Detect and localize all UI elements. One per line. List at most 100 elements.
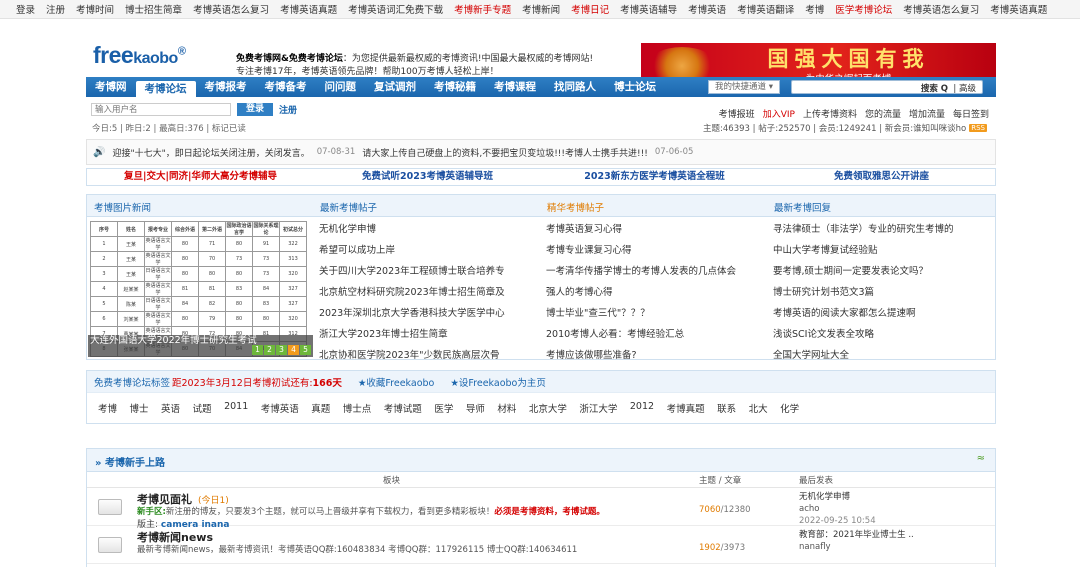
- post-link[interactable]: 北京航空材料研究院2023年博士招生简章及: [319, 284, 534, 305]
- new-posts-heading[interactable]: 最新考博帖子: [320, 200, 377, 214]
- tag-link[interactable]: 考博英语: [261, 401, 299, 415]
- user-link[interactable]: 上传考博资料: [803, 107, 857, 120]
- post-link[interactable]: 一考清华传播学博士的考博人发表的几点体会: [546, 263, 761, 284]
- post-link[interactable]: 强人的考博心得: [546, 284, 761, 305]
- top-link[interactable]: 考博英语: [688, 2, 726, 16]
- set-homepage-link[interactable]: ★设Freekaobo为主页: [450, 375, 546, 389]
- post-link[interactable]: 寻法律硕士（非法学）专业的研究生考博的: [773, 221, 988, 242]
- forum-section-title[interactable]: » 考博新手上路: [95, 454, 165, 469]
- nav-item[interactable]: 复试调剂: [365, 77, 425, 97]
- post-link[interactable]: 全国大学网址大全: [773, 347, 988, 368]
- top-link[interactable]: 注册: [46, 2, 65, 16]
- promo-link[interactable]: 复旦|交大|同济|华师大高分考博辅导: [87, 169, 314, 185]
- last-post-title[interactable]: 教育部：2021年毕业博士生 ..: [799, 529, 914, 541]
- tag-link[interactable]: 博士点: [343, 401, 372, 415]
- top-link[interactable]: 医学考博论坛: [835, 2, 892, 16]
- shortcut-dropdown[interactable]: 我的快捷通道 ▾: [708, 80, 780, 94]
- tag-link[interactable]: 试题: [193, 401, 212, 415]
- post-link[interactable]: 考博专业课复习心得: [546, 242, 761, 263]
- pic-news-slideshow[interactable]: 序号 姓名 报考专业 综合外语 第二外语 国际政治语言学 国际关系理论 初试总分 1 王某 英语语言…: [88, 218, 313, 357]
- user-link[interactable]: 增加流量: [909, 107, 945, 120]
- top-link[interactable]: 考博英语真题: [990, 2, 1047, 16]
- top-link[interactable]: 考博新闻: [522, 2, 560, 16]
- announcement-1[interactable]: 迎接"十七大"，即日起论坛关闭注册，关闭发言。: [112, 146, 309, 159]
- nav-item[interactable]: 考博课程: [485, 77, 545, 97]
- top-link[interactable]: 考博日记: [571, 2, 609, 16]
- hot-posts-heading[interactable]: 精华考博帖子: [547, 200, 604, 214]
- nav-item[interactable]: 考博备考: [256, 77, 316, 97]
- collapse-toggle-icon[interactable]: ≈: [977, 453, 985, 464]
- top-link[interactable]: 考博英语翻译: [737, 2, 794, 16]
- user-link[interactable]: 加入VIP: [763, 107, 795, 120]
- post-link[interactable]: 2023年深圳北京大学香港科技大学医学中心: [319, 305, 534, 326]
- tag-link[interactable]: 化学: [780, 401, 799, 415]
- slideshow-page-button[interactable]: 4: [288, 345, 299, 355]
- announcement-2[interactable]: 请大家上传自己硬盘上的资料,不要把宝贝变垃圾!!!考博人士携手共进!!!: [362, 146, 648, 159]
- tag-link[interactable]: 材料: [497, 401, 516, 415]
- tag-link[interactable]: 真题: [311, 401, 330, 415]
- slideshow-page-button[interactable]: 3: [276, 345, 287, 355]
- top-link[interactable]: 考博英语怎么复习: [193, 2, 269, 16]
- rss-icon[interactable]: RSS: [969, 124, 987, 132]
- tag-link[interactable]: 联系: [717, 401, 736, 415]
- promo-link[interactable]: 免费领取雅思公开讲座: [768, 169, 995, 185]
- top-link[interactable]: 考博时间: [76, 2, 114, 16]
- post-link[interactable]: 浅谈SCI论文发表全攻略: [773, 326, 988, 347]
- slideshow-page-button[interactable]: 1: [252, 345, 263, 355]
- promo-link[interactable]: 2023新东方医学考博英语全程班: [541, 169, 768, 185]
- top-link[interactable]: 考博英语怎么复习: [903, 2, 979, 16]
- nav-item[interactable]: 问问题: [316, 77, 366, 97]
- bookmark-link[interactable]: ★收藏Freekaobo: [358, 375, 435, 389]
- tag-link[interactable]: 导师: [466, 401, 485, 415]
- site-logo[interactable]: freekaobo®: [93, 42, 186, 69]
- register-link[interactable]: 注册: [279, 103, 297, 116]
- top-link[interactable]: 考博新手专题: [454, 2, 511, 16]
- user-link[interactable]: 每日签到: [953, 107, 989, 120]
- tag-link[interactable]: 考博真题: [667, 401, 705, 415]
- login-button[interactable]: 登录: [237, 103, 273, 116]
- post-link[interactable]: 无机化学申博: [319, 221, 534, 242]
- pic-news-heading[interactable]: 考博图片新闻: [94, 200, 151, 214]
- post-link[interactable]: 关于四川大学2023年工程硕博士联合培养专: [319, 263, 534, 284]
- tag-link[interactable]: 北大: [749, 401, 768, 415]
- username-input[interactable]: [91, 103, 231, 116]
- search-button[interactable]: 搜索 Q: [921, 82, 948, 94]
- last-post-title[interactable]: 无机化学申博: [799, 491, 876, 503]
- last-post-author[interactable]: nanafly: [799, 541, 914, 553]
- tag-link[interactable]: 考博: [98, 401, 117, 415]
- post-link[interactable]: 希望可以成功上岸: [319, 242, 534, 263]
- top-link[interactable]: 博士招生简章: [125, 2, 182, 16]
- tag-link[interactable]: 2011: [224, 401, 248, 415]
- post-link[interactable]: 考博英语的阅读大家都怎么提速啊: [773, 305, 988, 326]
- tag-link[interactable]: 北京大学: [529, 401, 567, 415]
- top-link[interactable]: 考博: [805, 2, 824, 16]
- post-link[interactable]: 考博应该做哪些准备?: [546, 347, 761, 368]
- slideshow-page-button[interactable]: 5: [300, 345, 311, 355]
- tag-link[interactable]: 英语: [161, 401, 180, 415]
- post-link[interactable]: 要考博,硕士期间一定要发表论文吗？: [773, 263, 988, 284]
- nav-item[interactable]: 考博论坛: [135, 81, 196, 97]
- post-link[interactable]: 博士研究计划书范文3篇: [773, 284, 988, 305]
- post-link[interactable]: 考博英语复习心得: [546, 221, 761, 242]
- slideshow-page-button[interactable]: 2: [264, 345, 275, 355]
- tag-link[interactable]: 浙江大学: [579, 401, 617, 415]
- new-replies-heading[interactable]: 最新考博回复: [774, 200, 831, 214]
- user-link[interactable]: 考博报班: [719, 107, 755, 120]
- post-link[interactable]: 中山大学考博复试经验贴: [773, 242, 988, 263]
- nav-item[interactable]: 博士论坛: [605, 77, 665, 97]
- post-link[interactable]: 北京协和医学院2023年"少数民族高层次骨: [319, 347, 534, 368]
- top-link[interactable]: 考博英语辅导: [620, 2, 677, 16]
- tag-link[interactable]: 2012: [630, 401, 654, 415]
- post-link[interactable]: 博士毕业"查三代"？？？: [546, 305, 761, 326]
- advanced-search-link[interactable]: | 高级: [953, 82, 976, 94]
- nav-item[interactable]: 找同路人: [545, 77, 605, 97]
- tag-link[interactable]: 医学: [434, 401, 453, 415]
- top-link[interactable]: 考博英语词汇免费下载: [348, 2, 443, 16]
- top-link[interactable]: 考博英语真题: [280, 2, 337, 16]
- user-link[interactable]: 您的流量: [865, 107, 901, 120]
- promo-link[interactable]: 免费试听2023考博英语辅导班: [314, 169, 541, 185]
- tag-link[interactable]: 博士: [130, 401, 149, 415]
- nav-item[interactable]: 考博秘籍: [425, 77, 485, 97]
- post-link[interactable]: 2010考博人必看：考博经验汇总: [546, 326, 761, 347]
- last-post-author[interactable]: acho: [799, 503, 876, 515]
